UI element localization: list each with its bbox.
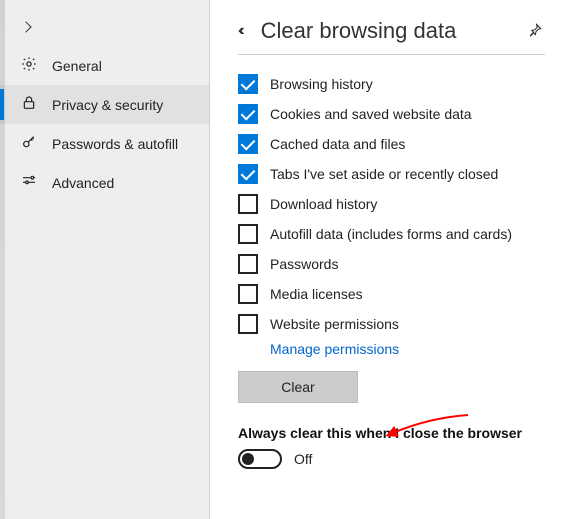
checkbox-icon <box>238 194 258 214</box>
sidebar-item-label: Advanced <box>52 175 114 191</box>
sidebar-item-general[interactable]: General <box>0 46 209 85</box>
checkbox-tabs-set-aside[interactable]: Tabs I've set aside or recently closed <box>238 159 545 189</box>
option-label: Download history <box>270 196 377 212</box>
checkbox-passwords[interactable]: Passwords <box>238 249 545 279</box>
sidebar-item-passwords-autofill[interactable]: Passwords & autofill <box>0 124 209 163</box>
options-list: Browsing history Cookies and saved websi… <box>238 55 545 469</box>
key-icon <box>20 134 38 153</box>
option-label: Tabs I've set aside or recently closed <box>270 166 498 182</box>
lock-icon <box>20 95 38 114</box>
option-label: Passwords <box>270 256 338 272</box>
checkbox-icon <box>238 74 258 94</box>
option-label: Cached data and files <box>270 136 405 152</box>
checkbox-icon <box>238 224 258 244</box>
option-label: Media licenses <box>270 286 363 302</box>
gear-icon <box>20 56 38 75</box>
always-clear-toggle[interactable]: Off <box>238 449 545 469</box>
back-button[interactable]: ‹‹ <box>238 22 245 40</box>
always-clear-title: Always clear this when I close the brows… <box>238 425 545 441</box>
toggle-switch-icon <box>238 449 282 469</box>
checkbox-icon <box>238 104 258 124</box>
settings-sidebar: General Privacy & security Passwords & a… <box>0 0 210 519</box>
option-label: Cookies and saved website data <box>270 106 472 122</box>
panel-header: ‹‹ Clear browsing data <box>238 18 545 55</box>
checkbox-download-history[interactable]: Download history <box>238 189 545 219</box>
checkbox-website-permissions[interactable]: Website permissions <box>238 309 545 339</box>
manage-permissions-link[interactable]: Manage permissions <box>238 339 545 359</box>
chevron-right-icon <box>20 21 31 32</box>
page-title: Clear browsing data <box>261 18 457 44</box>
sidebar-item-label: Privacy & security <box>52 97 163 113</box>
checkbox-icon <box>238 134 258 154</box>
option-label: Browsing history <box>270 76 373 92</box>
checkbox-icon <box>238 164 258 184</box>
pin-button[interactable] <box>527 22 545 40</box>
checkbox-icon <box>238 314 258 334</box>
toggle-state-label: Off <box>294 451 312 467</box>
sidebar-item-advanced[interactable]: Advanced <box>0 163 209 202</box>
sidebar-item-label: General <box>52 58 102 74</box>
main-panel: ‹‹ Clear browsing data Browsing history … <box>210 0 565 519</box>
checkbox-icon <box>238 254 258 274</box>
checkbox-browsing-history[interactable]: Browsing history <box>238 69 545 99</box>
option-label: Website permissions <box>270 316 399 332</box>
pin-icon <box>527 22 545 40</box>
option-label: Autofill data (includes forms and cards) <box>270 226 512 242</box>
checkbox-icon <box>238 284 258 304</box>
clear-button[interactable]: Clear <box>238 371 358 403</box>
sliders-icon <box>20 173 38 192</box>
sidebar-expand-toggle[interactable] <box>0 12 209 46</box>
sidebar-item-label: Passwords & autofill <box>52 136 178 152</box>
checkbox-cached-data[interactable]: Cached data and files <box>238 129 545 159</box>
checkbox-media-licenses[interactable]: Media licenses <box>238 279 545 309</box>
checkbox-autofill-data[interactable]: Autofill data (includes forms and cards) <box>238 219 545 249</box>
sidebar-item-privacy-security[interactable]: Privacy & security <box>0 85 209 124</box>
checkbox-cookies[interactable]: Cookies and saved website data <box>238 99 545 129</box>
